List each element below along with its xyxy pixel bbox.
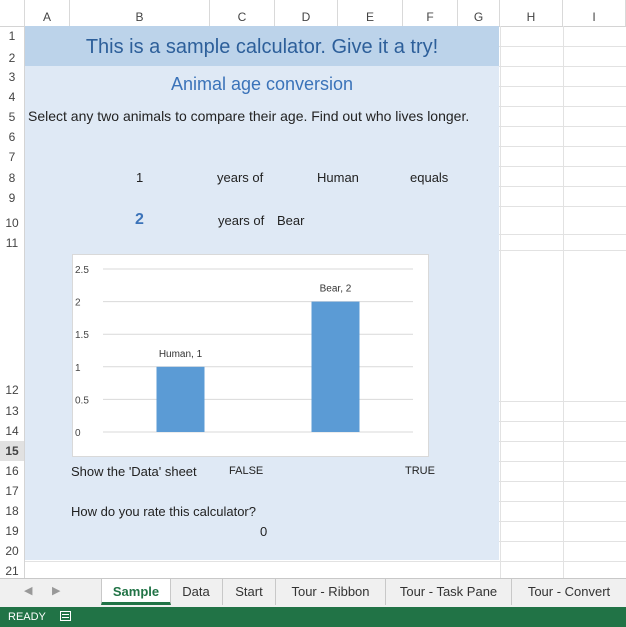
scroll-right-icon[interactable]: ▶	[52, 584, 60, 597]
y-tick-label: 1.5	[75, 330, 89, 341]
second-animal-cell[interactable]: Bear	[277, 213, 304, 228]
calculator-title: This is a sample calculator. Give it a t…	[85, 36, 439, 58]
equals-label: equals	[410, 170, 449, 185]
y-tick-label: 1	[75, 363, 81, 374]
chart-plot: 0 0.5 1 1.5 2 2.5 Human, 1 Bear, 2	[75, 265, 413, 439]
years-of-label-1: years of	[217, 170, 264, 185]
row-header-8[interactable]: 8	[0, 166, 25, 186]
show-data-sheet-label: Show the 'Data' sheet	[71, 464, 197, 479]
gridline	[563, 26, 564, 578]
column-header-i[interactable]: I	[563, 0, 626, 26]
description-text: Select any two animals to compare their …	[28, 108, 470, 124]
true-option[interactable]: TRUE	[405, 465, 435, 477]
row-header-15[interactable]: 15	[0, 441, 25, 461]
select-all-corner[interactable]	[0, 0, 25, 26]
row-header-7[interactable]: 7	[0, 146, 25, 166]
column-header-a[interactable]: A	[25, 0, 70, 26]
gridline	[25, 561, 626, 562]
first-value-cell[interactable]: 1	[136, 170, 143, 185]
rating-value[interactable]: 0	[260, 524, 267, 539]
years-of-label-2: years of	[218, 213, 265, 228]
row-header-10[interactable]: 10	[0, 206, 25, 234]
row-header-16[interactable]: 16	[0, 461, 25, 481]
sheet-tab-bar: ◀ ▶ Sample Data Start Tour - Ribbon Tour…	[0, 578, 626, 607]
calculator-subtitle: Animal age conversion	[170, 74, 354, 94]
bar-human[interactable]	[156, 366, 205, 432]
row-header-1[interactable]: 1	[0, 26, 25, 46]
row-header-21[interactable]: 21	[0, 561, 25, 578]
gridline	[500, 26, 501, 578]
column-header-b[interactable]: B	[70, 0, 210, 26]
tab-tour-convert[interactable]: Tour - Convert	[512, 579, 626, 605]
age-comparison-chart[interactable]: 0 0.5 1 1.5 2 2.5 Human, 1 Bear, 2	[72, 254, 429, 457]
row-header-20[interactable]: 20	[0, 541, 25, 561]
column-header-e[interactable]: E	[338, 0, 403, 26]
row-header-14[interactable]: 14	[0, 421, 25, 441]
row-header-19[interactable]: 19	[0, 521, 25, 541]
bar-bear[interactable]	[311, 301, 360, 432]
column-header-g[interactable]: G	[458, 0, 500, 26]
y-tick-label: 2.5	[75, 265, 89, 276]
row-header-17[interactable]: 17	[0, 481, 25, 501]
row-header-2[interactable]: 2	[0, 46, 25, 66]
y-tick-label: 0.5	[75, 395, 89, 406]
false-option[interactable]: FALSE	[229, 465, 263, 477]
column-header-c[interactable]: C	[210, 0, 275, 26]
row-header-4[interactable]: 4	[0, 86, 25, 106]
row-header-18[interactable]: 18	[0, 501, 25, 521]
row-header-13[interactable]: 13	[0, 401, 25, 421]
tab-sample[interactable]: Sample	[101, 579, 171, 605]
tab-start[interactable]: Start	[223, 579, 276, 605]
row-header-5[interactable]: 5	[0, 106, 25, 126]
scroll-left-icon[interactable]: ◀	[24, 584, 32, 597]
tab-tour-task-pane[interactable]: Tour - Task Pane	[386, 579, 512, 605]
column-header-f[interactable]: F	[403, 0, 458, 26]
rating-label: How do you rate this calculator?	[71, 504, 256, 519]
macro-record-icon[interactable]	[60, 611, 71, 621]
y-tick-label: 0	[75, 428, 81, 439]
status-bar: READY	[0, 607, 626, 627]
tab-tour-ribbon[interactable]: Tour - Ribbon	[276, 579, 386, 605]
row-header-9[interactable]: 9	[0, 186, 25, 206]
data-label-human: Human, 1	[159, 349, 203, 360]
row-header-12[interactable]: 12	[0, 250, 25, 401]
result-value-cell: 2	[135, 211, 144, 228]
row-header-6[interactable]: 6	[0, 126, 25, 146]
tab-data[interactable]: Data	[170, 579, 223, 605]
row-header-3[interactable]: 3	[0, 66, 25, 86]
row-header-11[interactable]: 11	[0, 234, 25, 250]
column-header-d[interactable]: D	[275, 0, 338, 26]
column-header-h[interactable]: H	[500, 0, 563, 26]
y-tick-label: 2	[75, 298, 81, 309]
first-animal-cell[interactable]: Human	[317, 170, 359, 185]
data-label-bear: Bear, 2	[320, 284, 352, 295]
column-headers: A B C D E F G H I	[0, 0, 626, 27]
status-text: READY	[8, 611, 46, 623]
